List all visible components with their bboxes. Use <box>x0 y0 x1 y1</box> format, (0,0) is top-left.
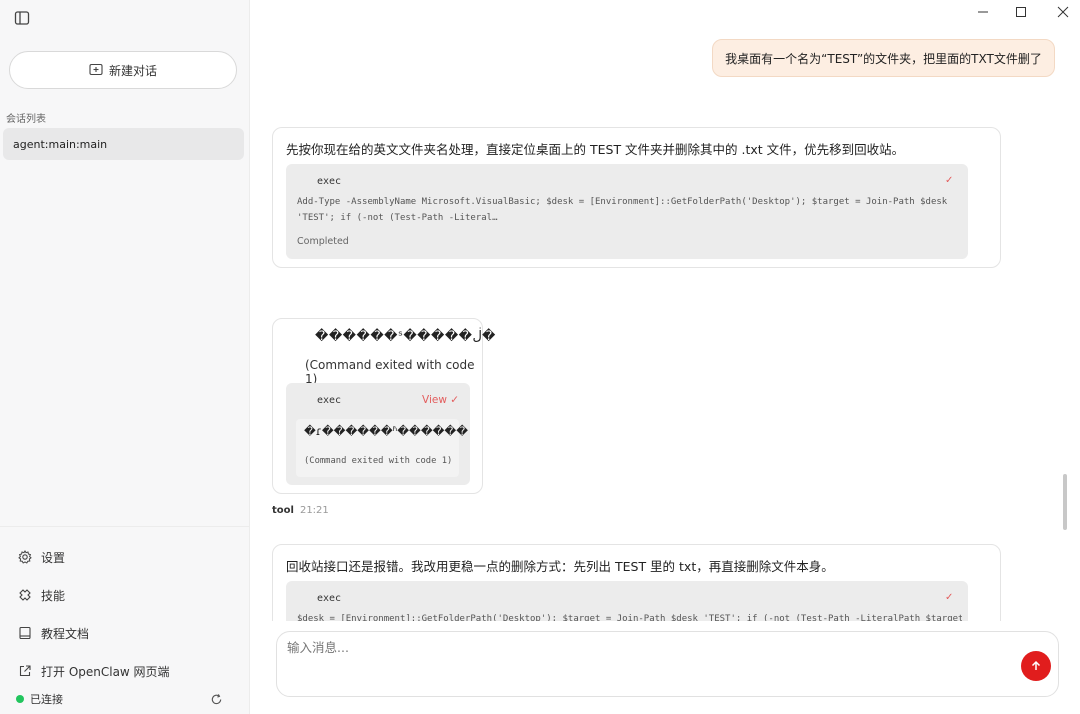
tool-code-line: 'TEST'; if (-not (Test-Path -Literal… <box>297 213 498 223</box>
check-icon: ✓ <box>945 592 954 603</box>
tool-call-block: exec View ✓ �ɾ������ʱ������ (Command exi… <box>286 383 470 485</box>
exit-code-text: (Command exited with code 1) <box>305 358 475 386</box>
message-input[interactable] <box>287 640 987 655</box>
tool-output-garbled: �ɾ������ʱ������ <box>304 424 468 438</box>
status-dot-icon <box>16 695 24 703</box>
check-icon: ✓ <box>945 175 954 186</box>
connection-status: 已连接 <box>16 691 63 707</box>
assistant-message-text: 回收站接口还是报错。我改用更稳一点的删除方式：先列出 TEST 里的 txt，再… <box>286 559 834 574</box>
gear-icon <box>18 550 32 564</box>
check-icon: ✓ <box>450 394 460 406</box>
book-icon <box>19 626 31 640</box>
refresh-icon[interactable] <box>210 693 223 706</box>
tool-name: exec <box>317 395 342 406</box>
sidebar-item-settings[interactable]: 设置 <box>18 538 170 576</box>
minimize-icon[interactable] <box>975 4 991 20</box>
sidebar-item-skills[interactable]: 技能 <box>18 576 170 614</box>
external-link-icon <box>19 665 31 677</box>
view-label: View <box>422 394 447 406</box>
send-arrow-icon <box>1031 660 1041 670</box>
tool-output-exit: (Command exited with code 1) <box>304 456 453 466</box>
skills-icon <box>19 589 31 601</box>
sidebar-label-settings: 设置 <box>41 550 66 565</box>
tool-output-box: �ɾ������ʱ������ (Command exited with cod… <box>296 419 468 477</box>
tool-name: exec <box>317 176 342 187</box>
garbled-output-text: ������ˢ�����ڶ� <box>315 329 496 344</box>
sidebar-toggle-icon[interactable] <box>14 10 30 26</box>
send-button[interactable] <box>1021 651 1051 681</box>
status-label: 已连接 <box>30 693 63 706</box>
message-role: tool <box>272 505 294 516</box>
assistant-message-text: 先按你现在给的英文文件夹名处理，直接定位桌面上的 TEST 文件夹并删除其中的 … <box>286 142 905 157</box>
sidebar-menu: 设置 技能 教程文档 打开 OpenClaw 网页端 <box>18 538 170 690</box>
tool-code-line: Add-Type -AssemblyName Microsoft.VisualB… <box>297 197 948 207</box>
assistant-message-card: 先按你现在给的英文文件夹名处理，直接定位桌面上的 TEST 文件夹并删除其中的 … <box>272 127 1001 268</box>
message-time: 21:21 <box>299 505 329 516</box>
new-chat-icon <box>89 63 103 76</box>
new-chat-label: 新建对话 <box>108 63 157 78</box>
sidebar-item-docs[interactable]: 教程文档 <box>18 614 170 652</box>
sidebar: 新建对话 会话列表 agent:main:main 设置 技能 教程文档 打开 … <box>0 0 250 714</box>
sidebar-label-open-web: 打开 OpenClaw 网页端 <box>41 664 170 679</box>
maximize-icon[interactable] <box>1013 4 1029 20</box>
sidebar-item-open-web[interactable]: 打开 OpenClaw 网页端 <box>18 652 170 690</box>
tool-name: exec <box>317 593 342 604</box>
sidebar-label-docs: 教程文档 <box>41 626 90 641</box>
close-icon[interactable] <box>1055 4 1071 20</box>
session-list-label: 会话列表 <box>6 114 46 125</box>
chat-scrollbar[interactable] <box>1063 474 1067 530</box>
user-message: 我桌面有一个名为“TEST”的文件夹，把里面的TXT文件删了 <box>712 39 1055 77</box>
message-meta: tool 21:21 <box>272 505 329 516</box>
session-item-main[interactable]: agent:main:main <box>3 128 244 160</box>
tool-output-card: ������ˢ�����ڶ� (Command exited with code… <box>272 318 495 494</box>
tool-status: Completed <box>297 236 349 247</box>
view-link[interactable]: View ✓ <box>422 394 459 406</box>
new-chat-button[interactable]: 新建对话 <box>9 51 237 89</box>
message-composer <box>276 631 1059 697</box>
sidebar-divider <box>0 526 249 527</box>
tool-call-block: exec ✓ Add-Type -AssemblyName Microsoft.… <box>286 164 968 259</box>
sidebar-label-skills: 技能 <box>41 588 66 603</box>
